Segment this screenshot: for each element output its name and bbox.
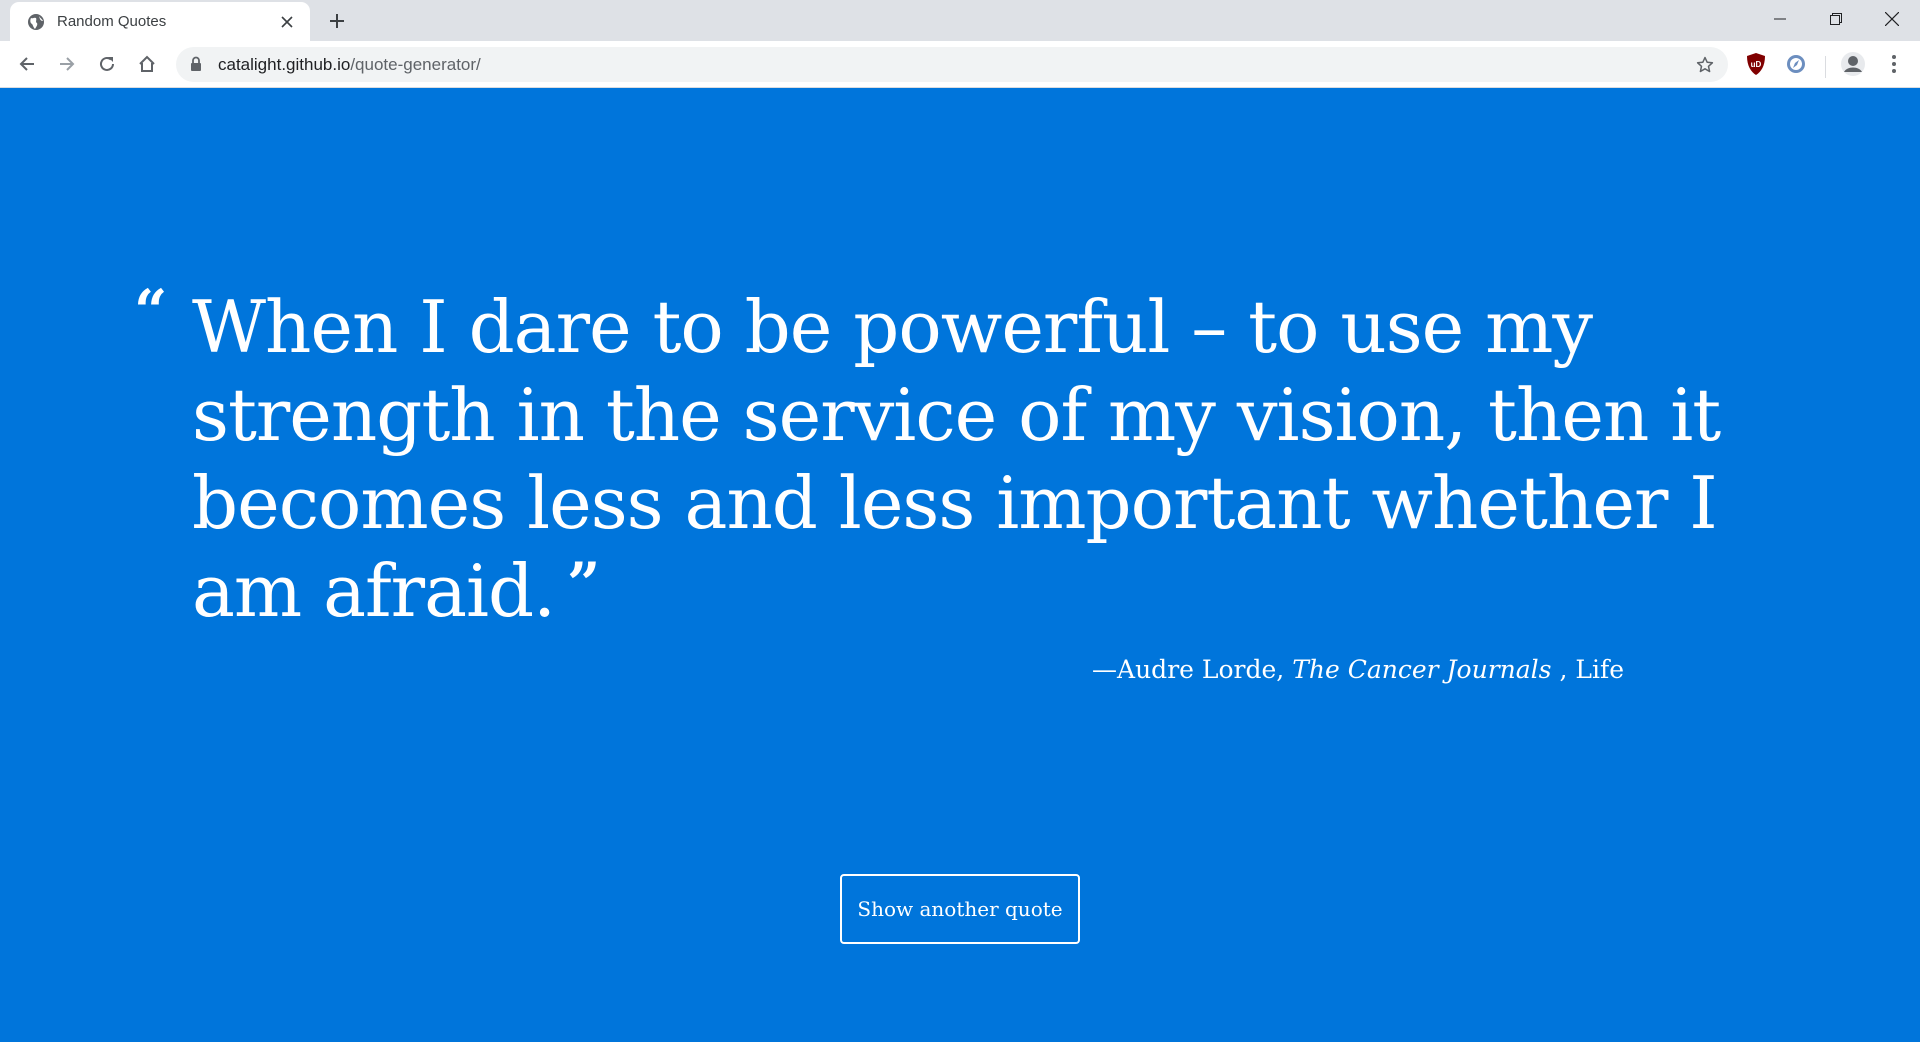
minimize-icon [1774,18,1786,20]
url-text: catalight.github.io/quote-generator/ [218,55,481,75]
quote-source: The Cancer Journals [1292,655,1552,684]
show-another-quote-button[interactable]: Show another quote [840,874,1080,944]
quote-block: “ When I dare to be powerful – to use my… [134,277,1752,640]
close-window-button[interactable] [1864,0,1920,38]
browser-menu-button[interactable] [1879,49,1909,79]
profile-avatar-button[interactable] [1838,49,1868,79]
plus-icon [330,14,344,28]
browser-titlebar: Random Quotes [0,0,1920,41]
url-path: /quote-generator/ [350,55,481,74]
tab-close-icon[interactable] [274,9,300,35]
attribution-separator: , [1551,655,1576,684]
forward-button[interactable] [50,47,84,81]
tab-title: Random Quotes [57,13,167,30]
toolbar-separator [1825,56,1826,78]
close-icon [1885,12,1899,26]
url-host: catalight.github.io [218,55,351,74]
kebab-menu-icon [1892,55,1896,73]
minimize-button[interactable] [1752,0,1808,38]
address-bar[interactable]: catalight.github.io/quote-generator/ [176,47,1728,82]
browser-toolbar: catalight.github.io/quote-generator/ uD [0,41,1920,88]
close-quote-mark: ” [567,550,600,618]
quote-text: When I dare to be powerful – to use my s… [192,283,1752,640]
reload-icon [100,56,114,71]
browser-tab[interactable]: Random Quotes [10,2,310,41]
quote-category: Life [1575,655,1624,684]
extension-button[interactable] [1781,49,1811,79]
home-button[interactable] [130,47,164,81]
new-tab-button[interactable] [322,6,352,36]
ublock-shield-icon: uD [1747,53,1765,75]
star-icon [1696,56,1714,73]
ublock-extension-button[interactable]: uD [1741,49,1771,79]
restore-icon [1830,13,1842,25]
quote-body: When I dare to be powerful – to use my s… [192,285,1721,633]
lock-icon [191,56,201,71]
arrow-left-icon [19,57,34,71]
globe-icon [28,13,44,30]
restore-button[interactable] [1808,0,1864,38]
reload-button[interactable] [90,47,124,81]
quote-attribution: —Audre Lorde, The Cancer Journals , Life [1092,655,1624,684]
open-quote-mark: “ [134,277,168,345]
back-button[interactable] [10,47,44,81]
bookmark-star-button[interactable] [1692,52,1718,78]
arrow-right-icon [60,57,75,71]
quote-page: “ When I dare to be powerful – to use my… [0,88,1920,1042]
home-icon [139,55,155,72]
compass-extension-icon [1787,55,1805,73]
quote-author: —Audre Lorde, [1092,655,1293,684]
avatar-icon [1841,52,1865,76]
ublock-badge-text: uD [1751,60,1762,69]
